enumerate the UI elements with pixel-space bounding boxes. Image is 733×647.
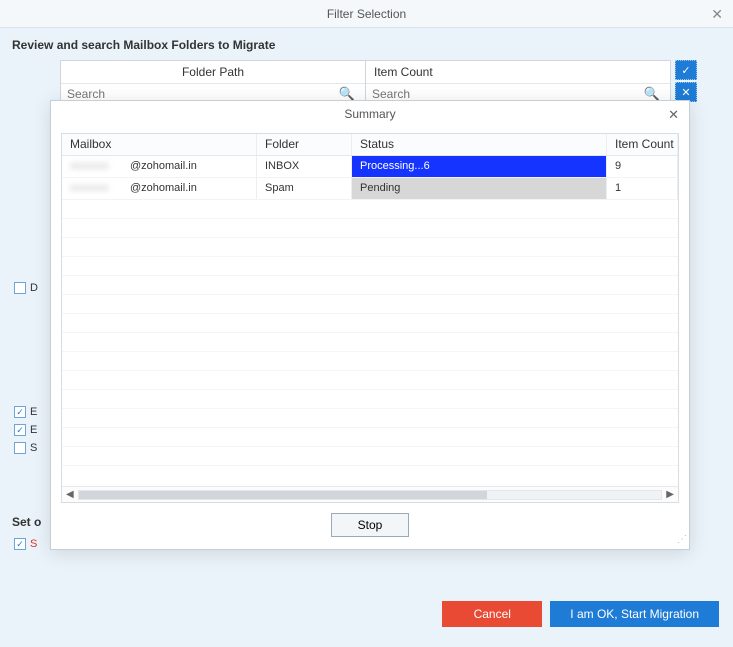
close-icon[interactable]: ✕ bbox=[668, 107, 679, 123]
dialog-footer: Cancel I am OK, Start Migration bbox=[442, 601, 719, 627]
bg-checks-upper: D bbox=[14, 282, 38, 300]
horizontal-scrollbar[interactable]: ◀ ▶ bbox=[62, 486, 678, 502]
table-row bbox=[62, 447, 678, 466]
table-row bbox=[62, 390, 678, 409]
scroll-thumb[interactable] bbox=[79, 491, 487, 499]
table-row bbox=[62, 276, 678, 295]
summary-title: Summary bbox=[344, 107, 395, 121]
table-row bbox=[62, 200, 678, 219]
cell-item-count: 9 bbox=[607, 156, 678, 177]
filter-grid: Folder Path 🔍 Item Count 🔍 ✓ ✕ bbox=[60, 60, 671, 105]
checkbox-icon[interactable]: ✓ bbox=[14, 538, 26, 550]
titlebar: Filter Selection ✕ bbox=[0, 0, 733, 28]
table-row bbox=[62, 371, 678, 390]
checkbox-icon[interactable]: ✓ bbox=[14, 406, 26, 418]
selection-side-buttons: ✓ ✕ bbox=[675, 60, 697, 102]
table-header-row: Mailbox Folder Status Item Count bbox=[62, 134, 678, 156]
col-folder[interactable]: Folder bbox=[257, 134, 352, 155]
cancel-button[interactable]: Cancel bbox=[442, 601, 542, 627]
table-row bbox=[62, 333, 678, 352]
cell-item-count: 1 bbox=[607, 178, 678, 199]
table-row[interactable]: xxxxxxx@zohomail.inINBOXProcessing...69 bbox=[62, 156, 678, 178]
check-label: E bbox=[30, 424, 37, 436]
summary-dialog: Summary ✕ Mailbox Folder Status Item Cou… bbox=[50, 100, 690, 550]
table-row bbox=[62, 428, 678, 447]
checkbox-icon[interactable] bbox=[14, 282, 26, 294]
stop-button[interactable]: Stop bbox=[331, 513, 410, 537]
folder-path-header: Folder Path bbox=[61, 61, 365, 84]
table-row bbox=[62, 295, 678, 314]
clear-all-button[interactable]: ✕ bbox=[675, 82, 697, 102]
check-label: E bbox=[30, 406, 37, 418]
start-migration-button[interactable]: I am OK, Start Migration bbox=[550, 601, 719, 627]
table-row bbox=[62, 314, 678, 333]
col-mailbox[interactable]: Mailbox bbox=[62, 134, 257, 155]
checkbox-icon[interactable]: ✓ bbox=[14, 424, 26, 436]
table-row[interactable]: xxxxxxx@zohomail.inSpamPending1 bbox=[62, 178, 678, 200]
table-row bbox=[62, 219, 678, 238]
cell-status: Pending bbox=[352, 178, 607, 199]
check-label: D bbox=[30, 282, 38, 294]
check-label: S bbox=[30, 538, 37, 550]
close-icon[interactable]: ✕ bbox=[711, 6, 723, 23]
resize-grip-icon[interactable]: ⋰ bbox=[677, 534, 685, 545]
col-item-count[interactable]: Item Count bbox=[607, 134, 678, 155]
set-label: Set o bbox=[12, 515, 41, 529]
check-label: S bbox=[30, 442, 37, 454]
item-count-column: Item Count 🔍 bbox=[366, 60, 671, 105]
summary-table: Mailbox Folder Status Item Count xxxxxxx… bbox=[61, 133, 679, 503]
summary-footer: Stop ⋰ bbox=[51, 503, 689, 549]
bg-checks-lower: ✓S bbox=[14, 538, 37, 556]
scroll-right-icon[interactable]: ▶ bbox=[666, 489, 674, 500]
folder-path-column: Folder Path 🔍 bbox=[60, 60, 366, 105]
table-row bbox=[62, 238, 678, 257]
table-body: xxxxxxx@zohomail.inINBOXProcessing...69x… bbox=[62, 156, 678, 486]
summary-titlebar: Summary ✕ bbox=[51, 101, 689, 127]
item-count-header: Item Count bbox=[366, 61, 670, 84]
table-row bbox=[62, 409, 678, 428]
scroll-track[interactable] bbox=[78, 490, 663, 500]
bg-checks-mid: ✓ E ✓ E S bbox=[14, 406, 37, 460]
scroll-left-icon[interactable]: ◀ bbox=[66, 489, 74, 500]
folder-path-search-input[interactable] bbox=[67, 87, 335, 101]
item-count-search-input[interactable] bbox=[372, 87, 640, 101]
section-heading: Review and search Mailbox Folders to Mig… bbox=[0, 28, 733, 60]
checkbox-icon[interactable] bbox=[14, 442, 26, 454]
col-status[interactable]: Status bbox=[352, 134, 607, 155]
cell-folder: INBOX bbox=[257, 156, 352, 177]
window-title: Filter Selection bbox=[327, 7, 406, 21]
cell-mailbox: xxxxxxx@zohomail.in bbox=[62, 178, 257, 199]
select-all-button[interactable]: ✓ bbox=[675, 60, 697, 80]
cell-folder: Spam bbox=[257, 178, 352, 199]
table-row bbox=[62, 257, 678, 276]
cell-mailbox: xxxxxxx@zohomail.in bbox=[62, 156, 257, 177]
table-row bbox=[62, 352, 678, 371]
cell-status: Processing...6 bbox=[352, 156, 607, 177]
